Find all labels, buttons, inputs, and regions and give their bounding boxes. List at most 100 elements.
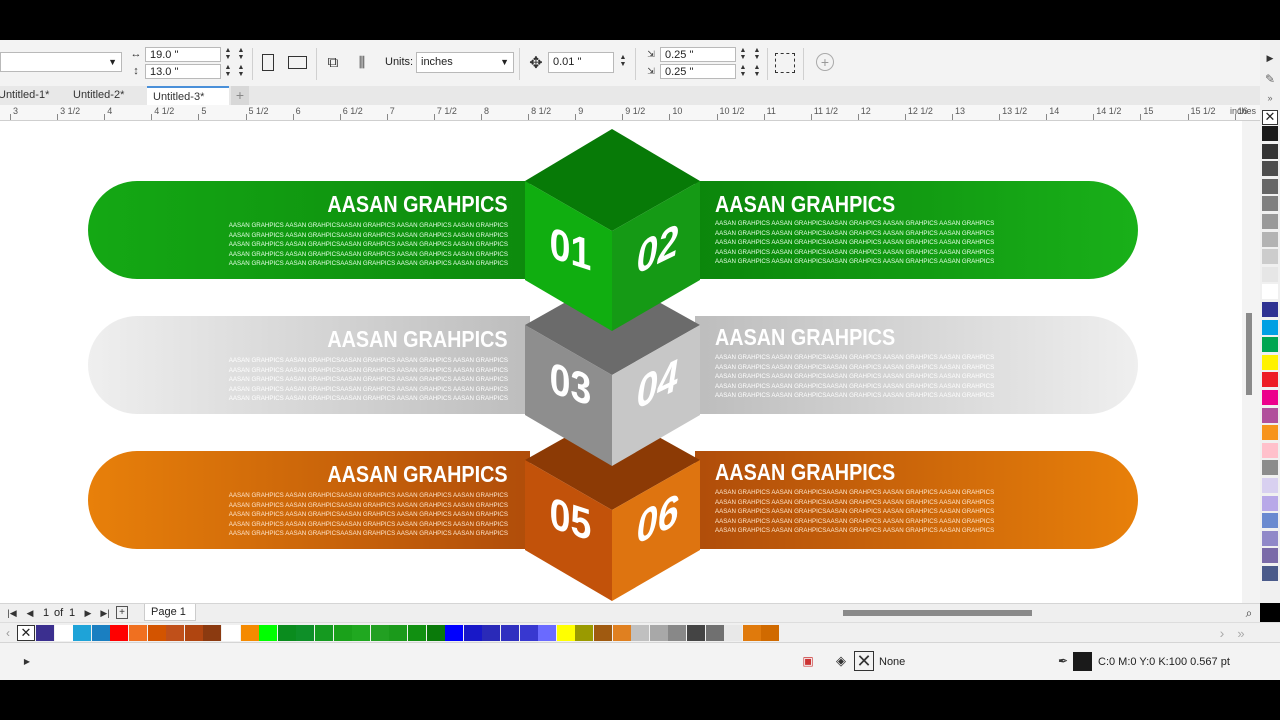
color-swatch[interactable] — [370, 625, 389, 641]
color-swatch[interactable] — [1262, 478, 1278, 493]
palette-expand-icon[interactable]: » — [1263, 92, 1277, 104]
color-swatch[interactable] — [408, 625, 426, 641]
color-swatch[interactable] — [1262, 530, 1278, 546]
color-swatch[interactable] — [240, 625, 259, 641]
color-swatch[interactable] — [296, 625, 315, 641]
fill-none-swatch-icon[interactable]: ✕ — [854, 651, 874, 671]
color-swatch[interactable] — [1262, 126, 1278, 141]
color-swatch[interactable] — [1262, 319, 1278, 335]
color-swatch[interactable] — [742, 625, 761, 641]
vertical-scroll-thumb[interactable] — [1246, 313, 1252, 395]
duplicate-x-input[interactable]: 0.25 " — [660, 47, 736, 62]
height-spinner[interactable]: ▲ ▼ — [223, 64, 233, 79]
next-page-icon[interactable]: ▶ — [82, 606, 94, 620]
color-swatch[interactable] — [389, 625, 408, 641]
color-swatch[interactable] — [147, 625, 166, 641]
outline-color-swatch[interactable] — [1073, 652, 1092, 671]
color-swatch[interactable] — [649, 625, 668, 641]
color-swatch[interactable] — [277, 625, 296, 641]
eyedropper-icon[interactable]: ✎ — [1263, 72, 1277, 86]
color-swatch[interactable] — [91, 625, 110, 641]
color-swatch[interactable] — [1262, 513, 1278, 529]
color-swatch[interactable] — [1262, 231, 1278, 247]
color-swatch[interactable] — [222, 625, 240, 641]
color-swatch[interactable] — [129, 625, 147, 641]
color-swatch[interactable] — [445, 625, 464, 641]
palette-scroll-right-icon[interactable]: › — [1216, 625, 1228, 641]
vertical-scrollbar[interactable] — [1242, 121, 1260, 603]
preset-dropdown[interactable]: ▼ — [0, 52, 122, 72]
add-icon[interactable]: + — [816, 53, 834, 71]
color-swatch[interactable] — [1262, 442, 1278, 458]
drawing-canvas[interactable]: AASAN GRAHPICS AASAN GRAHPICS AASAN GRAH… — [0, 121, 1242, 603]
color-swatch[interactable] — [612, 625, 631, 641]
color-swatch[interactable] — [519, 625, 538, 641]
color-swatch[interactable] — [631, 625, 650, 641]
portrait-icon[interactable] — [262, 54, 274, 71]
page-height-input[interactable]: 13.0 " — [145, 64, 221, 79]
color-swatch[interactable] — [1262, 143, 1278, 159]
previous-page-icon[interactable]: ◀ — [24, 606, 36, 620]
tab-untitled-3[interactable]: Untitled-3* — [147, 86, 229, 105]
color-swatch[interactable] — [1262, 460, 1278, 476]
color-swatch[interactable] — [1262, 284, 1278, 300]
tab-untitled-2[interactable]: Untitled-2* — [67, 86, 143, 105]
color-swatch[interactable] — [687, 625, 705, 641]
color-swatch[interactable] — [1262, 390, 1278, 405]
page-width-input[interactable]: 19.0 " — [145, 47, 221, 62]
color-swatch[interactable] — [594, 625, 612, 641]
color-swatch[interactable] — [761, 625, 780, 641]
color-swatch[interactable] — [501, 625, 519, 641]
color-swatch[interactable] — [36, 625, 54, 641]
dup-y-spinner-right[interactable]: ▲ ▼ — [752, 64, 762, 79]
all-pages-icon[interactable]: ⧉ — [322, 52, 344, 72]
color-swatch[interactable] — [203, 625, 222, 641]
color-swatch[interactable] — [333, 625, 352, 641]
dup-x-spinner[interactable]: ▲ ▼ — [738, 47, 748, 62]
color-swatch[interactable] — [1262, 372, 1278, 388]
color-swatch[interactable] — [1262, 425, 1278, 441]
color-swatch[interactable] — [1262, 266, 1278, 282]
color-swatch[interactable] — [259, 625, 278, 641]
last-page-icon[interactable]: ▶| — [98, 606, 112, 620]
current-page-icon[interactable]: ⫼ — [351, 52, 373, 72]
color-swatch[interactable] — [1262, 249, 1278, 265]
nudge-spinner[interactable]: ▲ ▼ — [618, 54, 628, 69]
outline-pen-icon[interactable]: ✒ — [1057, 653, 1069, 669]
color-swatch[interactable] — [110, 625, 129, 641]
color-swatch[interactable] — [1262, 407, 1278, 423]
add-tab-icon[interactable]: + — [231, 86, 249, 105]
color-swatch[interactable] — [705, 625, 724, 641]
first-page-icon[interactable]: |◀ — [6, 606, 18, 620]
color-swatch[interactable] — [1262, 302, 1278, 317]
color-swatch[interactable] — [575, 625, 594, 641]
color-swatch[interactable] — [1262, 354, 1278, 370]
landscape-icon[interactable] — [288, 56, 307, 69]
color-swatch[interactable] — [463, 625, 482, 641]
color-swatch[interactable] — [482, 625, 501, 641]
color-swatch[interactable] — [538, 625, 557, 641]
color-swatch[interactable] — [1262, 178, 1278, 194]
page-1-tab[interactable]: Page 1 — [144, 604, 196, 621]
color-proof-icon[interactable]: ▣ — [799, 653, 817, 669]
color-swatch[interactable] — [1262, 214, 1278, 229]
color-swatch[interactable] — [54, 625, 73, 641]
color-swatch[interactable] — [1262, 566, 1278, 581]
palette-expand-icon[interactable]: » — [1234, 626, 1248, 641]
color-swatch[interactable] — [668, 625, 687, 641]
page-frame-icon[interactable] — [775, 53, 795, 73]
color-swatch[interactable] — [184, 625, 203, 641]
horizontal-ruler[interactable]: 3 3 1/2 4 4 1/2 5 5 1/2 6 6 1/2 7 7 1/2 8 8 1/2 9 9 1… — [0, 105, 1260, 121]
horizontal-scroll-thumb[interactable] — [843, 610, 1032, 616]
color-swatch[interactable] — [426, 625, 445, 641]
dup-y-spinner[interactable]: ▲ ▼ — [738, 64, 748, 79]
color-swatch[interactable] — [724, 625, 743, 641]
add-page-icon[interactable]: + — [116, 606, 128, 619]
color-swatch[interactable] — [315, 625, 333, 641]
no-color-swatch[interactable]: ✕ — [17, 625, 35, 641]
fill-bucket-icon[interactable]: ◈ — [832, 653, 850, 669]
color-swatch[interactable] — [1262, 548, 1278, 564]
color-swatch[interactable] — [556, 625, 575, 641]
width-spinner[interactable]: ▲ ▼ — [223, 47, 233, 62]
palette-scroll-up-icon[interactable]: ▶ — [1264, 52, 1276, 64]
